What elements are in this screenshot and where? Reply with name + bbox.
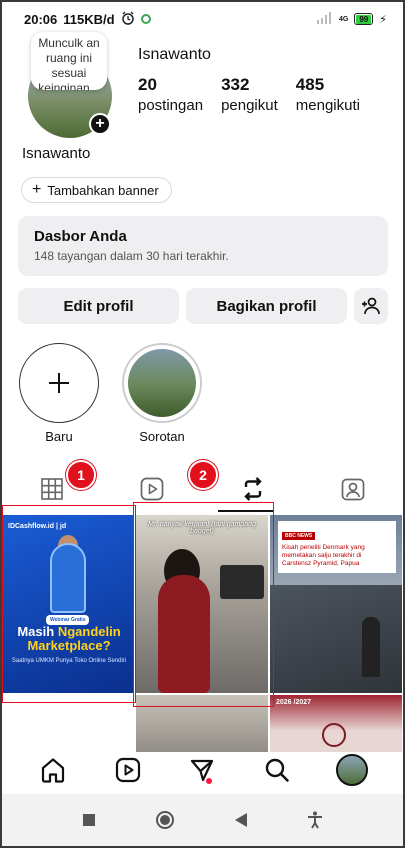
stat-followers[interactable]: 332 pengikut [221, 75, 278, 114]
battery-icon: 99 [354, 13, 374, 25]
home-button-icon[interactable] [155, 810, 175, 830]
highlight-sorotan-circle[interactable] [122, 343, 202, 423]
home-icon [42, 758, 65, 783]
signal-icon [317, 11, 333, 27]
notification-dot [206, 778, 213, 784]
plus-icon [49, 373, 69, 393]
profile-stats: 20 postingan 332 pengikut 485 mengikuti [138, 75, 378, 114]
highlight-sorotan[interactable]: Sorotan [120, 343, 204, 444]
nav-home[interactable] [33, 752, 73, 788]
status-speed: 115KB/d [63, 11, 115, 27]
highlight-new-circle[interactable] [19, 343, 99, 423]
nav-search[interactable] [257, 752, 297, 788]
plus-icon: + [32, 181, 42, 198]
stat-following[interactable]: 485 mengikuti [296, 75, 360, 114]
post-thumbnail[interactable]: 2026 /2027 [270, 695, 402, 752]
annotation-marker-1: 1 [66, 460, 96, 490]
stat-followers-value: 332 [221, 75, 250, 94]
dashboard-card[interactable]: Dasbor Anda 148 tayangan dalam 30 hari t… [18, 216, 388, 276]
alarm-icon [121, 11, 135, 28]
network-label: 4G [339, 15, 349, 23]
post-rock [270, 585, 402, 693]
charging-icon: ⚡ [379, 13, 387, 26]
edit-profile-button[interactable]: Edit profil [18, 288, 179, 324]
android-navigation-bar [2, 794, 403, 846]
add-banner-button[interactable]: + Tambahkan banner [21, 177, 172, 203]
discover-people-button[interactable] [354, 288, 388, 324]
nav-reels[interactable] [108, 752, 148, 788]
recents-icon[interactable] [82, 813, 96, 827]
dashboard-subtitle: 148 tayangan dalam 30 hari terakhir. [34, 249, 229, 263]
bottom-navigation [2, 750, 403, 790]
dashboard-title: Dasbor Anda [34, 228, 127, 245]
stat-followers-label: pengikut [221, 97, 278, 114]
annotation-box-1 [2, 505, 136, 703]
battery-level: 99 [356, 14, 372, 24]
back-icon[interactable] [234, 812, 248, 828]
stat-posts-label: postingan [138, 97, 204, 114]
post-man [362, 617, 380, 677]
status-time: 20:06 [24, 11, 58, 27]
repost-icon [243, 477, 262, 501]
network-icon: 4G [339, 16, 348, 23]
stat-posts[interactable]: 20 postingan [138, 75, 203, 114]
nav-messages[interactable] [182, 752, 222, 788]
add-story-icon[interactable]: + [89, 113, 111, 135]
post-news-tag: BBC NEWS [282, 532, 316, 540]
reels-icon [141, 477, 164, 501]
tagged-icon [341, 478, 365, 501]
stat-following-label: mengikuti [295, 97, 360, 114]
highlight-new[interactable]: Baru [17, 343, 101, 444]
profile-avatar-icon [335, 754, 368, 786]
search-icon [265, 758, 289, 782]
tab-tagged[interactable] [303, 466, 403, 512]
username: Isnawanto [138, 46, 211, 63]
annotation-marker-2: 2 [188, 460, 218, 490]
highlight-thumbnail [128, 349, 196, 417]
stat-posts-value: 20 [138, 75, 157, 94]
highlight-sorotan-label: Sorotan [139, 429, 185, 444]
add-person-icon [362, 297, 380, 315]
app-notification-icon [140, 14, 151, 24]
highlight-new-label: Baru [45, 429, 73, 444]
nav-profile[interactable] [332, 752, 372, 788]
add-banner-label: Tambahkan banner [47, 182, 159, 198]
annotation-box-2 [133, 502, 274, 707]
grid-icon [41, 478, 63, 500]
accessibility-icon[interactable] [307, 811, 323, 829]
status-bar: 20:06 115KB/d 4G 99 ⚡ [2, 2, 403, 36]
reels-icon [115, 757, 140, 783]
post-news-box: BBC NEWS Kisah peneliti Denmark yang mem… [278, 521, 396, 573]
share-profile-button[interactable]: Bagikan profil [186, 288, 347, 324]
post-thumbnail[interactable]: BBC NEWS Kisah peneliti Denmark yang mem… [270, 515, 402, 693]
display-name: Isnawanto [22, 145, 91, 162]
post-seal [322, 723, 346, 747]
phone-screen: 20:06 115KB/d 4G 99 ⚡ Munculk an ruang i… [2, 2, 403, 846]
stat-following-value: 485 [295, 75, 325, 94]
note-bubble[interactable]: Munculk an ruang ini sesuai keinginan... [31, 32, 107, 90]
post-news-text: Kisah peneliti Denmark yang memetakan sa… [282, 544, 365, 567]
post-year: 2026 /2027 [276, 699, 312, 706]
